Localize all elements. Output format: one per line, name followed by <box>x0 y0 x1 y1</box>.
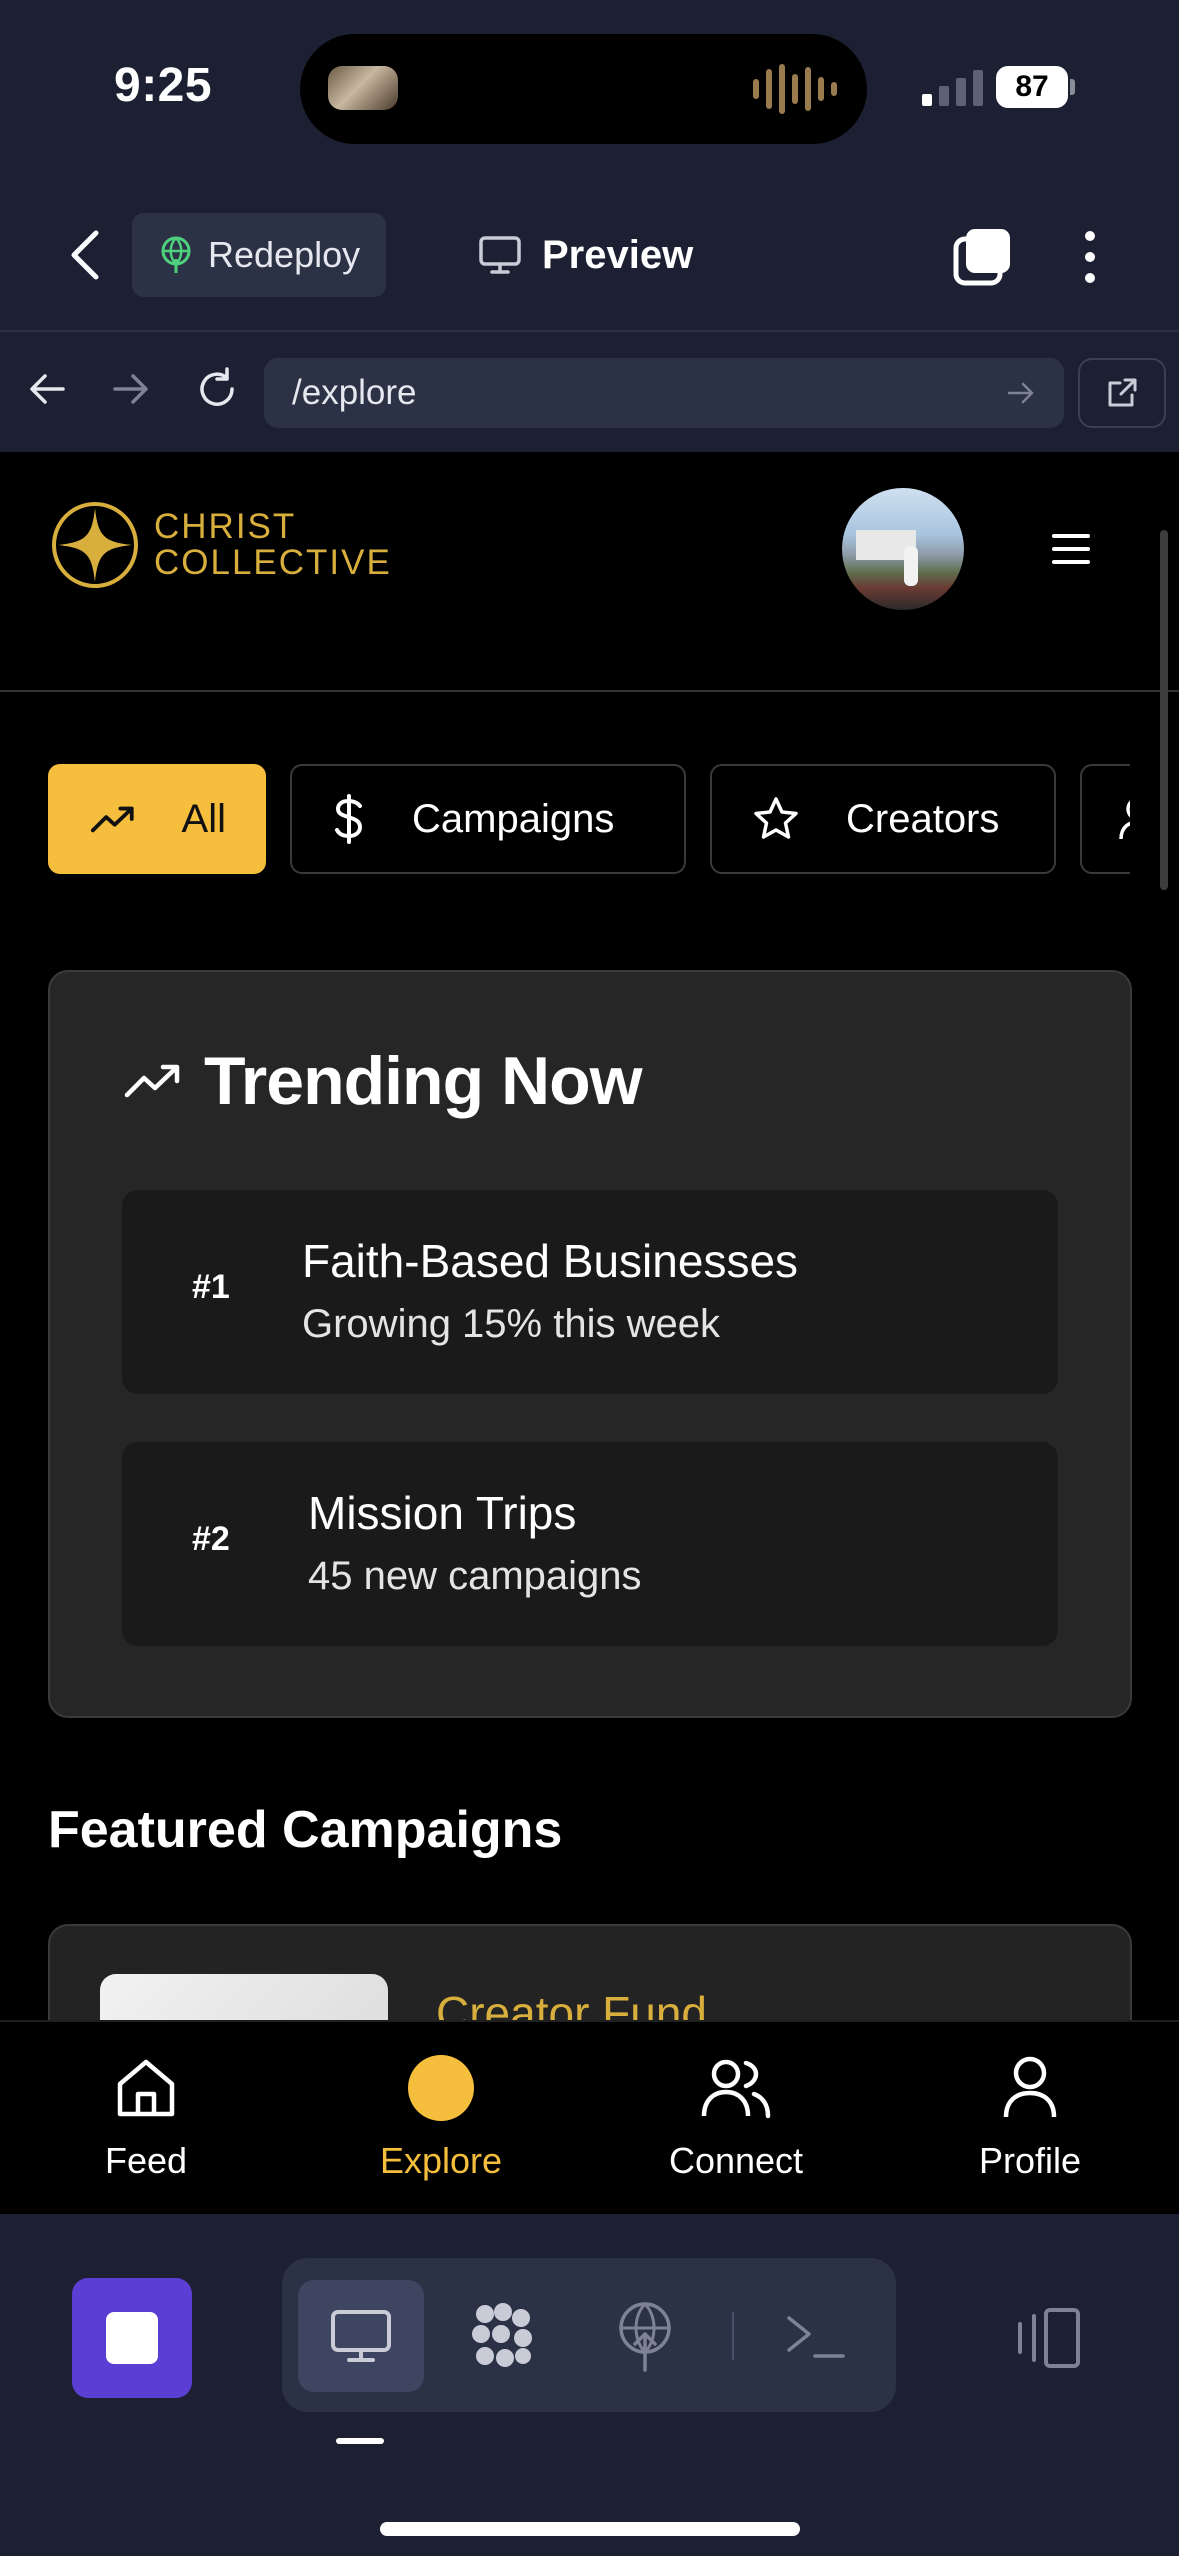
agent-icon <box>472 2303 532 2367</box>
trending-title: Trending Now <box>124 1042 643 1120</box>
dock-divider <box>732 2312 734 2360</box>
battery-icon: 87 <box>996 66 1068 108</box>
home-indicator[interactable] <box>380 2522 800 2536</box>
reload-button[interactable] <box>190 362 244 416</box>
trending-rank: #2 <box>192 1520 230 1558</box>
dock-agent-tab[interactable] <box>440 2280 566 2392</box>
home-icon <box>117 2059 175 2117</box>
filter-chip-campaigns[interactable]: Campaigns <box>290 764 686 874</box>
trending-title-text: Trending Now <box>204 1043 643 1119</box>
hamburger-menu-icon[interactable] <box>1052 534 1090 564</box>
featured-heading: Featured Campaigns <box>48 1801 563 1859</box>
chevron-left-icon <box>71 230 99 280</box>
brand-logo[interactable]: CHRIST COLLECTIVE <box>50 500 392 590</box>
terminal-icon <box>787 2316 845 2358</box>
nav-explore[interactable]: Explore <box>341 2052 541 2182</box>
preview-label: Preview <box>542 232 694 277</box>
browser-back-button[interactable] <box>20 362 74 416</box>
deploy-globe-icon <box>619 2302 671 2372</box>
trending-item-2[interactable]: #2 Mission Trips 45 new campaigns <box>122 1442 1058 1646</box>
filter-chips: All Campaigns Creators <box>48 764 1130 874</box>
bottom-nav: Feed Explore Connect Profile <box>0 2020 1179 2214</box>
trending-rank: #1 <box>192 1268 230 1306</box>
back-button[interactable] <box>60 225 110 285</box>
arrow-right-icon <box>113 374 148 404</box>
more-options-button[interactable] <box>1070 227 1110 287</box>
stop-icon <box>106 2312 158 2364</box>
filter-chip-label: All <box>181 796 226 841</box>
nav-profile[interactable]: Profile <box>930 2052 1130 2182</box>
users-icon <box>701 2059 771 2119</box>
redeploy-button[interactable]: Redeploy <box>132 213 386 297</box>
nav-connect[interactable]: Connect <box>636 2052 836 2182</box>
nav-label: Feed <box>104 2140 188 2181</box>
external-link-icon <box>1108 378 1137 407</box>
dock-deploy-tab[interactable] <box>582 2280 708 2392</box>
dynamic-island <box>300 34 867 144</box>
go-arrow-icon[interactable] <box>1006 378 1036 408</box>
star-icon <box>754 797 798 839</box>
filter-chip-label: Creators <box>846 796 1000 841</box>
app-header: CHRIST COLLECTIVE <box>0 452 1179 692</box>
status-time: 9:25 <box>114 59 213 112</box>
trending-up-icon <box>90 806 134 833</box>
explore-dot-icon <box>408 2055 474 2121</box>
filter-chip-all[interactable]: All <box>48 764 266 874</box>
brand-line-2: COLLECTIVE <box>154 543 392 582</box>
redeploy-label: Redeploy <box>208 234 361 275</box>
browser-forward-button[interactable] <box>104 362 158 416</box>
trending-up-icon <box>124 1064 180 1098</box>
tabs-icon <box>953 229 1010 286</box>
trending-item-1[interactable]: #1 Faith-Based Businesses Growing 15% th… <box>122 1190 1058 1394</box>
nav-label: Profile <box>978 2140 1082 2181</box>
replit-dock <box>0 2214 1179 2556</box>
avatar[interactable] <box>842 488 964 610</box>
dollar-icon <box>335 794 363 844</box>
user-icon <box>1119 800 1130 840</box>
filter-chip-next[interactable] <box>1080 764 1130 874</box>
layout-toggle-button[interactable] <box>1008 2298 1088 2378</box>
deploy-globe-icon <box>161 236 191 273</box>
brand-name: CHRIST COLLECTIVE <box>154 509 392 581</box>
audio-wave-icon <box>753 64 837 114</box>
split-view-icon <box>1018 2308 1080 2368</box>
open-external-button[interactable] <box>1078 358 1166 428</box>
monitor-icon <box>331 2310 391 2362</box>
tabs-switcher-button[interactable] <box>952 227 1012 287</box>
replit-topbar: Redeploy Preview <box>0 205 1179 305</box>
battery-nub <box>1070 79 1075 95</box>
page-scrollbar[interactable] <box>1160 530 1168 890</box>
now-playing-artwork <box>328 66 398 110</box>
monitor-icon <box>479 236 521 274</box>
filter-chip-label: Campaigns <box>412 796 615 841</box>
trending-name: Mission Trips <box>308 1487 577 1539</box>
url-path: /explore <box>292 373 417 412</box>
nav-label: Connect <box>668 2140 804 2181</box>
arrow-left-icon <box>30 374 65 404</box>
trending-detail: 45 new campaigns <box>308 1554 642 1598</box>
trending-detail: Growing 15% this week <box>302 1302 720 1346</box>
stop-button[interactable] <box>72 2278 192 2398</box>
star-cross-logo-icon <box>52 502 138 588</box>
dock-tab-group <box>282 2258 896 2412</box>
brand-line-1: CHRIST <box>154 507 297 546</box>
trending-card: Trending Now #1 Faith-Based Businesses G… <box>48 970 1132 1718</box>
dock-shell-tab[interactable] <box>752 2280 878 2392</box>
url-toolbar: /explore <box>0 330 1179 452</box>
reload-icon <box>200 367 234 406</box>
dock-preview-tab[interactable] <box>298 2280 424 2392</box>
filter-chip-creators[interactable]: Creators <box>710 764 1056 874</box>
signal-icon <box>922 66 983 106</box>
browser-chrome: 9:25 87 Redeploy Preview /explore <box>0 0 1179 452</box>
trending-name: Faith-Based Businesses <box>302 1235 799 1287</box>
preview-tab[interactable]: Preview <box>478 225 693 285</box>
user-icon <box>1003 2056 1057 2118</box>
nav-label: Explore <box>379 2140 503 2181</box>
url-input[interactable]: /explore <box>264 358 1064 428</box>
avatar-photo-person <box>904 546 918 586</box>
active-tab-indicator <box>336 2438 384 2444</box>
nav-feed[interactable]: Feed <box>46 2052 246 2182</box>
